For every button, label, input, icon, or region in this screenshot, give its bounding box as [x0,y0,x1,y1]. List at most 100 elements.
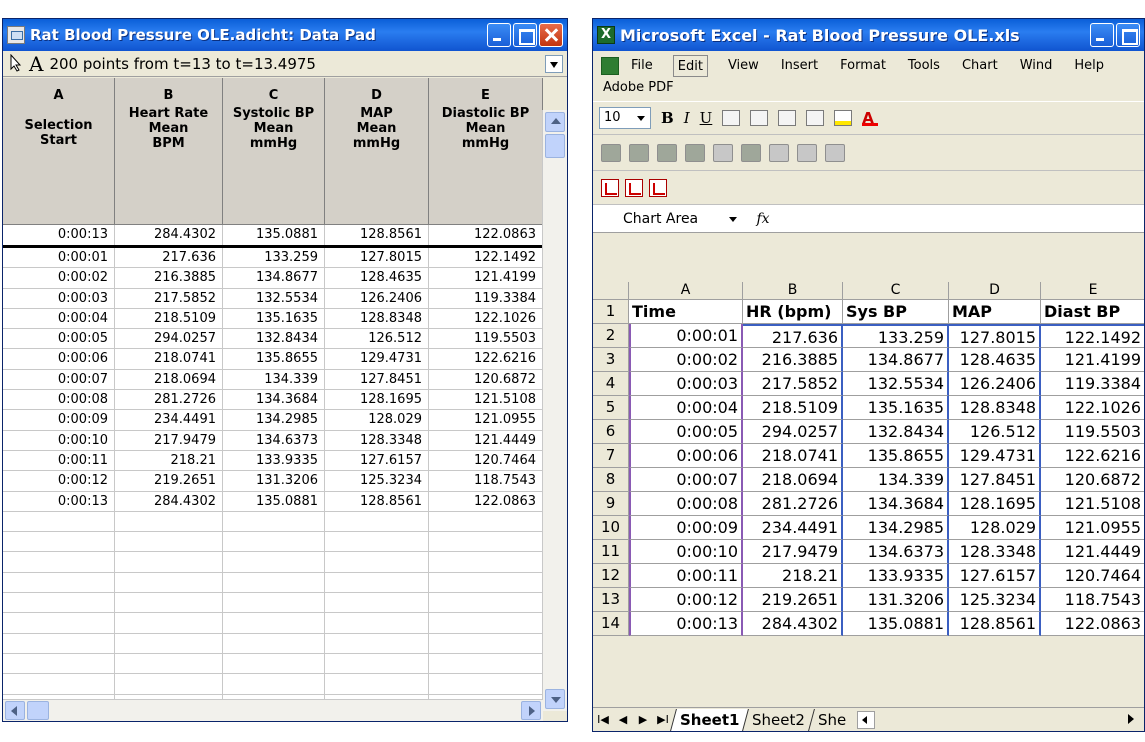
cell[interactable] [429,552,543,572]
pdf-email-icon[interactable] [625,178,643,197]
menu-format[interactable]: Format [838,55,888,77]
cell[interactable]: 132.8434 [223,329,325,349]
cell[interactable]: 218.21 [115,450,223,471]
cell[interactable] [115,613,223,633]
cell[interactable]: 128.1695 [325,390,429,410]
cell[interactable]: 294.0257 [743,420,843,444]
cell[interactable]: 217.9479 [115,430,223,450]
chart-link-icon[interactable] [825,143,845,162]
cell[interactable] [115,532,223,552]
cell[interactable]: 0:00:09 [3,410,115,430]
cell[interactable]: 128.029 [949,516,1041,540]
scroll-left-icon[interactable] [5,701,25,720]
cell[interactable] [325,572,429,593]
cell[interactable] [115,593,223,613]
cell[interactable]: 120.7464 [429,450,543,471]
cell[interactable]: 129.4731 [949,444,1041,468]
range-dropdown-button[interactable] [545,55,563,73]
maximize-button[interactable] [513,23,537,47]
cell[interactable]: HR (bpm) [743,300,843,324]
cell[interactable]: 0:00:13 [3,491,115,511]
legend-icon[interactable] [657,143,677,162]
sheet-tab-2[interactable]: Sheet2 [742,708,815,731]
cell[interactable]: 284.4302 [743,612,843,636]
cell[interactable]: 122.6216 [429,349,543,369]
menu-edit[interactable]: Edit [672,55,708,77]
cell[interactable]: 120.6872 [1041,468,1144,492]
cell[interactable]: 125.3234 [949,588,1041,612]
cell[interactable] [223,511,325,532]
cell[interactable]: MAP [949,300,1041,324]
cell[interactable]: 217.5852 [743,372,843,396]
cell[interactable]: 131.3206 [843,588,949,612]
fill-color-icon[interactable] [834,110,853,126]
menu-file[interactable]: File [629,55,655,77]
next-sheet-icon[interactable]: ▶ [633,713,653,726]
cell[interactable]: 0:00:05 [3,329,115,349]
cell[interactable]: 0:00:10 [629,540,743,564]
row-header[interactable]: 5 [593,396,629,420]
cell[interactable]: 121.4449 [429,430,543,450]
cell[interactable] [223,613,325,633]
column-header-d[interactable]: D [949,282,1041,300]
column-header-c[interactable]: C Systolic BP Mean mmHg [223,78,325,224]
cell[interactable]: 121.4449 [1041,540,1144,564]
cell[interactable]: 0:00:13 [629,612,743,636]
cell[interactable]: 121.5108 [1041,492,1144,516]
row-header[interactable]: 6 [593,420,629,444]
cell[interactable]: 122.6216 [1041,444,1144,468]
menu-window[interactable]: Wind [1018,55,1055,77]
cell[interactable]: 217.636 [115,248,223,268]
cell[interactable] [429,572,543,593]
cell[interactable]: 128.8561 [325,491,429,511]
align-center-icon[interactable] [750,110,769,126]
cell[interactable]: 294.0257 [115,329,223,349]
cell[interactable] [223,572,325,593]
row-header[interactable]: 2 [593,324,629,348]
cell[interactable] [115,633,223,653]
cell[interactable]: 0:00:06 [3,349,115,369]
cell[interactable] [325,613,429,633]
cell[interactable]: Sys BP [843,300,949,324]
cell[interactable] [429,613,543,633]
fx-icon[interactable]: fx [743,211,783,227]
column-header-e[interactable]: E [1041,282,1144,300]
cell[interactable] [3,532,115,552]
column-header-b[interactable]: B Heart Rate Mean BPM [115,78,223,224]
menu-view[interactable]: View [726,55,761,77]
cell[interactable]: 0:00:08 [629,492,743,516]
cell[interactable]: 118.7543 [1041,588,1144,612]
scroll-thumb[interactable] [27,701,49,720]
cell[interactable] [429,532,543,552]
cell[interactable]: 219.2651 [743,588,843,612]
cell[interactable]: 0:00:01 [629,324,743,348]
cell[interactable]: 122.0863 [429,225,543,245]
italic-button[interactable]: I [684,109,690,127]
excel-titlebar[interactable]: X Microsoft Excel - Rat Blood Pressure O… [593,19,1144,51]
cell[interactable]: 133.259 [223,248,325,268]
cell[interactable]: 217.636 [743,324,843,348]
cell[interactable]: 133.9335 [843,564,949,588]
cell[interactable] [325,552,429,572]
cell[interactable]: 0:00:06 [629,444,743,468]
cell[interactable]: 0:00:12 [629,588,743,612]
row-header[interactable]: 11 [593,540,629,564]
cell[interactable]: 0:00:03 [629,372,743,396]
cell[interactable]: 128.8561 [949,612,1041,636]
cell[interactable]: 128.4635 [949,348,1041,372]
align-left-icon[interactable] [722,110,741,126]
text-tool-icon[interactable]: A [29,54,43,74]
cell[interactable]: 121.5108 [429,390,543,410]
cell[interactable] [429,633,543,653]
cell[interactable]: 122.1026 [429,308,543,329]
scroll-down-icon[interactable] [545,689,565,709]
cell[interactable]: 135.0881 [223,225,325,245]
cell[interactable]: 126.2406 [949,372,1041,396]
cell[interactable]: 121.0955 [1041,516,1144,540]
cell[interactable]: 122.1492 [1041,324,1144,348]
first-sheet-icon[interactable]: I◀ [593,713,613,726]
borders-icon[interactable] [806,110,825,126]
cell[interactable]: 135.0881 [843,612,949,636]
cell[interactable]: 129.4731 [325,349,429,369]
cell[interactable]: 135.1635 [223,308,325,329]
